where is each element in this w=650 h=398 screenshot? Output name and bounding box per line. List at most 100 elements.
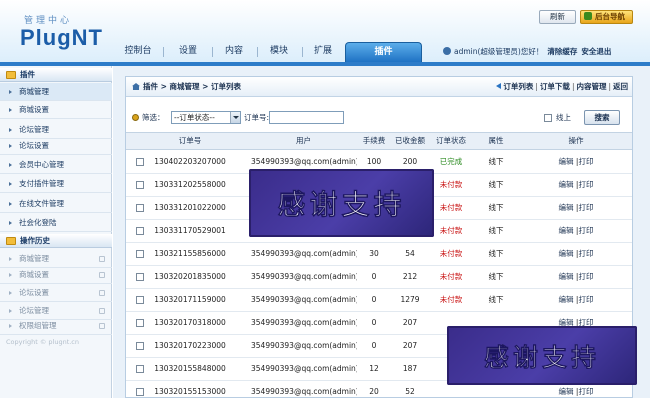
filter-bar: 筛选： --订单状态-- 订单号: 线上 搜索	[126, 107, 632, 129]
print-link[interactable]: 打印	[578, 203, 593, 212]
cell-order-id: 130320155153000	[154, 387, 226, 396]
sidebar-item-forum-settings[interactable]: 论坛设置	[0, 137, 112, 155]
folder-icon	[6, 71, 16, 79]
close-icon[interactable]	[99, 256, 105, 262]
edit-link[interactable]: 编辑	[559, 295, 574, 304]
clear-cache-link[interactable]: 清除缓存	[547, 47, 577, 56]
cell-fee: 30	[369, 249, 379, 258]
cell-order-id: 130320170223000	[154, 341, 226, 350]
order-download-link[interactable]: 订单下载	[540, 82, 570, 91]
print-link[interactable]: 打印	[578, 226, 593, 235]
nav-tab-extensions[interactable]: 扩展	[306, 42, 340, 62]
print-link[interactable]: 打印	[578, 387, 593, 396]
edit-link[interactable]: 编辑	[559, 249, 574, 258]
cell-attr: 线下	[488, 249, 504, 258]
cell-actions: 编辑 |打印	[546, 243, 606, 265]
cell-user: 354990393@qq.com(admin)	[251, 364, 357, 373]
edit-link[interactable]: 编辑	[559, 226, 574, 235]
cell-status: 已完成	[439, 157, 463, 166]
content-manage-link[interactable]: 内容管理	[576, 82, 606, 91]
sidebar-item-label: 会员中心管理	[19, 160, 64, 169]
sidebar-item-mall-manage[interactable]: 商城管理	[0, 83, 112, 101]
nav-tab-console[interactable]: 控制台	[117, 42, 159, 62]
sidebar-item-online-files[interactable]: 在线文件管理	[0, 195, 112, 213]
sidebar-item-mall-settings[interactable]: 商城设置	[0, 101, 112, 119]
greeting: 您好！	[520, 47, 544, 56]
cell-order-id: 130331202558000	[154, 180, 226, 189]
row-checkbox[interactable]	[136, 365, 144, 373]
col-fee: 手续费	[362, 136, 386, 145]
edit-link[interactable]: 编辑	[559, 272, 574, 281]
search-button[interactable]: 搜索	[584, 110, 620, 125]
row-checkbox[interactable]	[136, 273, 144, 281]
print-link[interactable]: 打印	[578, 249, 593, 258]
history-item-forum-settings[interactable]: 论坛设置	[0, 284, 112, 302]
row-checkbox[interactable]	[136, 158, 144, 166]
sidebar-item-social-login[interactable]: 社会化登陆	[0, 214, 112, 232]
cell-actions: 编辑 |打印	[546, 266, 606, 288]
table-row: 130320201835000 354990393@qq.com(admin) 0 2…	[126, 266, 632, 289]
order-number-input[interactable]	[269, 111, 344, 124]
print-link[interactable]: 打印	[578, 272, 593, 281]
close-icon[interactable]	[99, 323, 105, 329]
order-list-link[interactable]: 订单列表	[503, 82, 533, 91]
row-checkbox[interactable]	[136, 342, 144, 350]
sidebar-item-payment-plugins[interactable]: 支付插件管理	[0, 175, 112, 193]
table-row: 130321155856000 354990393@qq.com(admin) 30…	[126, 243, 632, 266]
cell-actions: 编辑 |打印	[546, 289, 606, 311]
refresh-button[interactable]: 刷新	[539, 10, 576, 24]
close-icon[interactable]	[99, 308, 105, 314]
history-item-mall-settings[interactable]: 商城设置	[0, 266, 112, 284]
arrow-icon	[9, 257, 12, 261]
cell-received: 207	[402, 341, 418, 350]
close-icon[interactable]	[99, 272, 105, 278]
row-checkbox[interactable]	[136, 319, 144, 327]
nav-tab-settings[interactable]: 设置	[168, 42, 208, 62]
link-separator: |	[535, 82, 538, 91]
print-link[interactable]: 打印	[578, 295, 593, 304]
filter-label: 筛选：	[142, 113, 165, 122]
nav-tab-modules[interactable]: 模块	[262, 42, 296, 62]
cell-status: 未付款	[439, 180, 463, 189]
col-order-id: 订单号	[178, 136, 202, 145]
edit-link[interactable]: 编辑	[559, 387, 574, 396]
nav-tab-content[interactable]: 内容	[216, 42, 252, 62]
cell-attr: 线下	[488, 272, 504, 281]
row-checkbox[interactable]	[136, 250, 144, 258]
nav-separator	[302, 47, 303, 57]
cell-fee: 20	[369, 387, 379, 396]
edit-link[interactable]: 编辑	[559, 180, 574, 189]
chevron-down-icon[interactable]	[230, 112, 240, 123]
history-item-permission-groups[interactable]: 权限组管理	[0, 317, 112, 335]
edit-link[interactable]: 编辑	[559, 157, 574, 166]
row-checkbox[interactable]	[136, 388, 144, 396]
print-link[interactable]: 打印	[578, 157, 593, 166]
row-checkbox[interactable]	[136, 227, 144, 235]
arrow-icon	[9, 221, 12, 225]
edit-link[interactable]: 编辑	[559, 203, 574, 212]
row-checkbox[interactable]	[136, 296, 144, 304]
print-link[interactable]: 打印	[578, 180, 593, 189]
header: 管理中心 PlugNT 刷新 后台导航 控制台 设置 内容 模块 扩展 插件 a…	[0, 0, 650, 62]
row-checkbox[interactable]	[136, 181, 144, 189]
sidebar-item-member-center[interactable]: 会员中心管理	[0, 156, 112, 174]
order-state-select[interactable]: --订单状态--	[171, 111, 241, 124]
cell-fee: 12	[369, 364, 379, 373]
online-checkbox[interactable]	[544, 114, 552, 122]
sidebar-section-history[interactable]: 操作历史	[0, 234, 112, 248]
admin-nav-label: 后台导航	[595, 12, 625, 21]
admin-nav-button[interactable]: 后台导航	[580, 10, 633, 24]
sidebar-section-plugins[interactable]: 插件	[0, 68, 112, 82]
sidebar-section-label: 插件	[20, 70, 35, 79]
nav-tab-plugins[interactable]: 插件	[345, 42, 422, 62]
close-icon[interactable]	[99, 290, 105, 296]
cell-fee: 0	[371, 295, 377, 304]
sidebar-item-label: 商城管理	[19, 87, 49, 96]
copyright: Copyright © plugnt.cn	[6, 338, 79, 346]
row-checkbox[interactable]	[136, 204, 144, 212]
logout-link[interactable]: 安全退出	[581, 47, 611, 56]
arrow-icon	[9, 273, 12, 277]
history-item-label: 商城管理	[19, 254, 49, 263]
return-link[interactable]: 返回	[613, 82, 628, 91]
link-separator: |	[571, 82, 575, 91]
